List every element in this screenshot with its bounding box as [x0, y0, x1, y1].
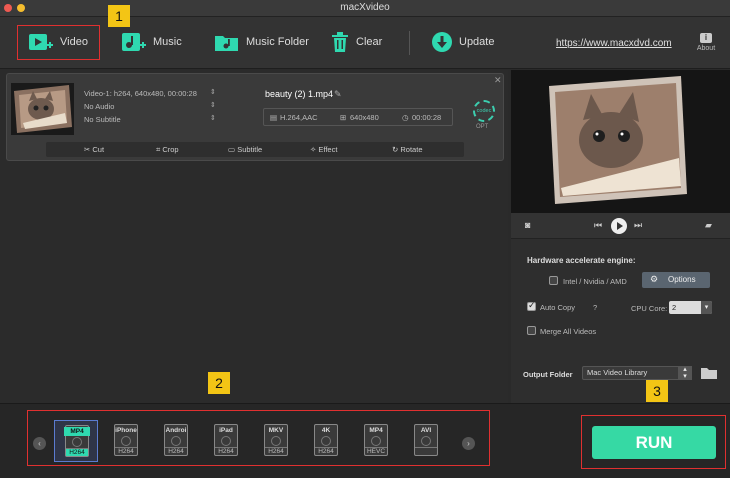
crop-button[interactable]: ⌗ Crop [156, 145, 179, 155]
music-add-icon [122, 33, 146, 51]
hardware-accelerate-checkbox[interactable] [549, 276, 558, 285]
play-button[interactable] [611, 218, 627, 234]
output-folder-label: Output Folder [523, 370, 573, 379]
rotate-button[interactable]: ↻ Rotate [392, 145, 423, 154]
preview-panel: ◙ ⏮ ⏭ ▰ Hardware accelerate engine: Inte… [511, 70, 730, 403]
video-step-highlight [17, 25, 100, 60]
update-button[interactable]: Update [431, 29, 494, 55]
file-list: Video-1: h264, 640x480, 00:00:28 ⇕ No Au… [0, 70, 508, 403]
run-step-highlight [581, 415, 726, 469]
video-thumbnail[interactable] [11, 83, 74, 135]
video-track-selector-icon[interactable]: ⇕ [210, 88, 216, 96]
open-folder-icon[interactable]: ▰ [705, 220, 712, 231]
download-icon [432, 32, 452, 52]
subtitle-track-selector-icon[interactable]: ⇕ [210, 114, 216, 122]
about-label: About [696, 45, 716, 52]
output-folder-select[interactable]: Mac Video Library [582, 366, 692, 380]
add-music-folder-button[interactable]: Music Folder [214, 29, 309, 55]
camera-icon[interactable]: ◙ [525, 220, 530, 230]
hardware-option-label: Intel / Nvidia / AMD [563, 277, 627, 286]
subtitle-icon: ▭ [228, 145, 236, 154]
rename-pencil-icon[interactable]: ✎ [334, 89, 342, 100]
output-specs: ▤ H.264,AAC ⊞ 640x480 ◷ 00:00:28 [263, 108, 453, 126]
film-icon: ▤ [270, 113, 278, 122]
output-file-name: beauty (2) 1.mp4 [265, 89, 334, 99]
file-item[interactable]: Video-1: h264, 640x480, 00:00:28 ⇕ No Au… [6, 73, 504, 161]
playback-controls: ◙ ⏮ ⏭ ▰ [511, 213, 730, 239]
cpu-core-label: CPU Core: [631, 304, 668, 313]
cpu-core-select[interactable]: 2 ▾ [669, 301, 712, 314]
step-3-badge: 3 [646, 380, 668, 402]
effect-button[interactable]: ✧ Effect [310, 145, 337, 154]
folder-icon[interactable] [701, 367, 717, 379]
audio-track-info: No Audio [84, 102, 115, 111]
add-music-button[interactable]: Music [121, 29, 182, 55]
clock-icon: ◷ [402, 113, 409, 122]
music-folder-icon [215, 36, 238, 51]
trash-icon [332, 32, 348, 52]
toolbar-divider [409, 31, 410, 55]
about-button[interactable]: i About [693, 33, 719, 52]
formats-step-highlight [27, 410, 490, 466]
resolution-icon: ⊞ [340, 113, 347, 122]
subtitle-track-info: No Subtitle [84, 115, 121, 124]
previous-frame-icon[interactable]: ⏮ [594, 220, 602, 231]
music-button-label: Music [153, 36, 182, 48]
step-1-badge: 1 [108, 5, 130, 27]
preview-screen [511, 70, 730, 213]
update-button-label: Update [459, 36, 495, 48]
info-icon: i [700, 33, 712, 43]
codec-options-label: OPT [476, 124, 489, 130]
remove-file-icon[interactable]: ✕ [494, 75, 502, 86]
subtitle-button[interactable]: ▭ Subtitle [228, 145, 262, 154]
next-frame-icon[interactable]: ⏭ [634, 220, 642, 231]
rotate-icon: ↻ [392, 145, 399, 154]
codec-options-icon[interactable]: codec [473, 100, 495, 122]
hardware-accelerate-title: Hardware accelerate engine: [527, 256, 636, 265]
website-link[interactable]: https://www.macxdvd.com [556, 38, 672, 49]
merge-all-checkbox[interactable] [527, 326, 536, 335]
audio-track-selector-icon[interactable]: ⇕ [210, 101, 216, 109]
duration-info: 00:00:28 [412, 113, 442, 122]
cut-button[interactable]: ✂ Cut [84, 145, 104, 154]
step-2-badge: 2 [208, 372, 230, 394]
clear-button-label: Clear [356, 36, 383, 48]
resolution-info: 640x480 [350, 113, 379, 122]
magic-wand-icon: ✧ [310, 145, 317, 154]
options-button[interactable]: ⚙ Options [642, 272, 710, 288]
scissors-icon: ✂ [84, 145, 91, 154]
merge-all-label: Merge All Videos [540, 327, 597, 336]
video-track-info: Video-1: h264, 640x480, 00:00:28 [84, 89, 197, 98]
auto-copy-label: Auto Copy [540, 303, 576, 312]
gear-icon: ⚙ [650, 274, 659, 284]
output-folder-stepper-icon[interactable]: ▴ ▾ [678, 366, 692, 380]
edit-bar: ✂ Cut ⌗ Crop ▭ Subtitle ✧ Effect ↻ Rotat… [46, 142, 464, 157]
clear-button[interactable]: Clear [330, 29, 382, 55]
codec-info: H.264,AAC [280, 113, 318, 122]
music-folder-button-label: Music Folder [246, 36, 309, 48]
crop-icon: ⌗ [156, 145, 161, 154]
auto-copy-checkbox[interactable] [527, 300, 536, 311]
chevron-down-icon: ▾ [701, 301, 712, 314]
help-icon[interactable]: ? [593, 303, 597, 312]
